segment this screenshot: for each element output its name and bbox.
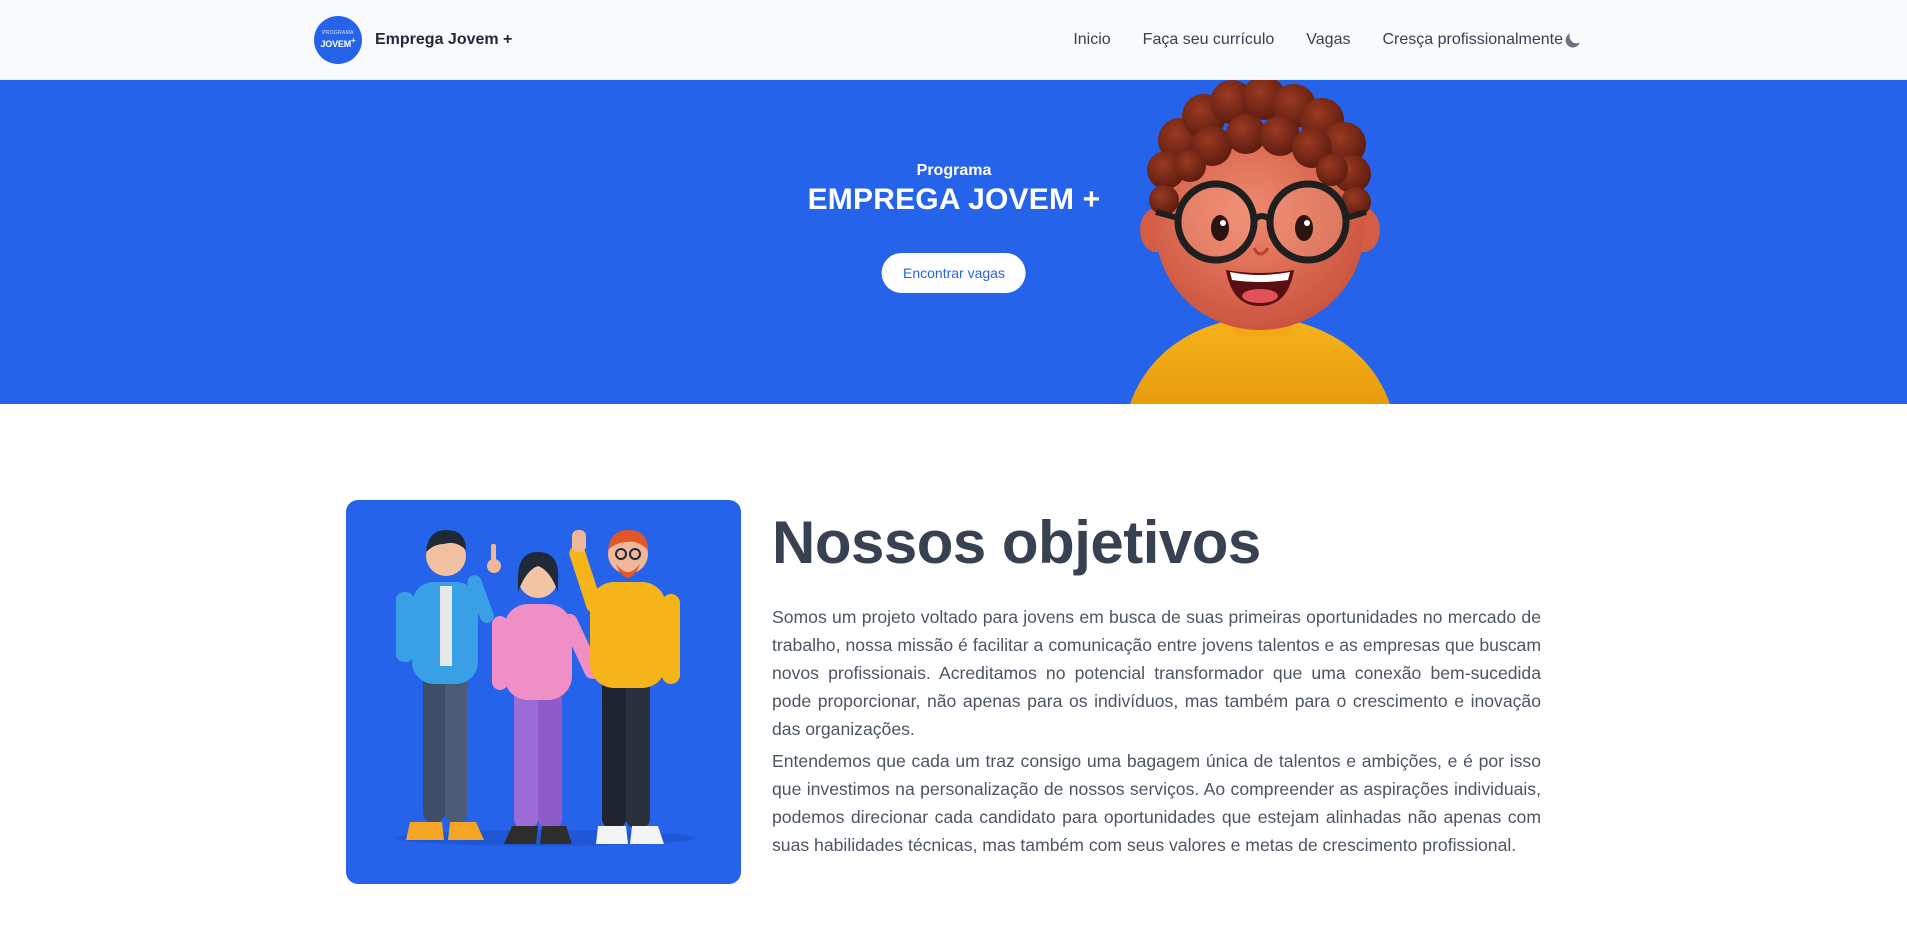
- objectives-text: Somos um projeto voltado para jovens em …: [772, 603, 1541, 859]
- objectives-title: Nossos objetivos: [772, 509, 1261, 576]
- logo-small-text: PROGRAMA: [322, 30, 354, 36]
- team-figures: [396, 530, 696, 846]
- nav-link-vagas[interactable]: Vagas: [1306, 31, 1350, 49]
- hero-title: EMPREGA JOVEM +: [807, 183, 1101, 216]
- hero-kicker: Programa: [916, 162, 992, 179]
- nav-link-inicio[interactable]: Inicio: [1073, 31, 1110, 49]
- logo: PROGRAMA JOVEM+: [314, 16, 362, 64]
- moon-icon: [1565, 33, 1580, 48]
- logo-main-text: JOVEM+: [320, 36, 356, 49]
- main-nav: Inicio Faça seu currículo Vagas Cresça p…: [1073, 0, 1563, 80]
- objectives-paragraph: Somos um projeto voltado para jovens em …: [772, 607, 1541, 739]
- hero-content: Programa EMPREGA JOVEM + Encontrar vagas: [808, 162, 1101, 293]
- team-illustration: [346, 500, 741, 884]
- brand-link[interactable]: PROGRAMA JOVEM+ Emprega Jovem +: [314, 16, 512, 64]
- objectives-paragraph: Entendemos que cada um traz consigo uma …: [772, 751, 1541, 855]
- brand-name: Emprega Jovem +: [375, 31, 513, 48]
- theme-toggle-button[interactable]: [1563, 30, 1583, 50]
- nav-link-curriculo[interactable]: Faça seu currículo: [1143, 31, 1275, 49]
- hero-banner: Programa EMPREGA JOVEM + Encontrar vagas: [0, 80, 1907, 404]
- nav-link-cresca[interactable]: Cresça profissionalmente: [1382, 31, 1563, 49]
- hero-avatar-illustration: [1130, 80, 1390, 404]
- find-jobs-button[interactable]: Encontrar vagas: [882, 253, 1026, 293]
- navbar: PROGRAMA JOVEM+ Emprega Jovem + Inicio F…: [0, 0, 1907, 80]
